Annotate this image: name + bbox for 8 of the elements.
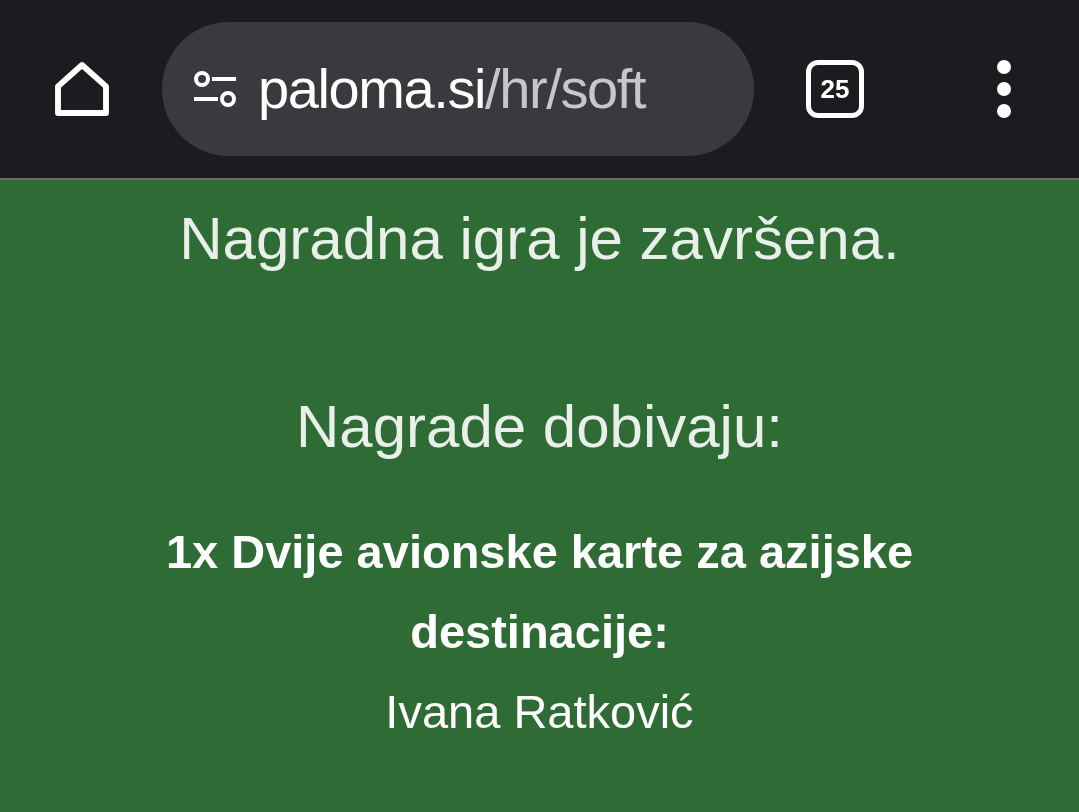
menu-icon[interactable] [994,59,1014,119]
tab-count-button[interactable]: 25 [806,60,864,118]
prize-title: 1x Dvije avionske karte za azijske destinacije: [164,524,915,660]
address-bar[interactable]: paloma.si/hr/soft [162,22,754,156]
heading: Nagradna igra je završena. [179,204,900,274]
subheading: Nagrade dobivaju: [296,392,783,462]
url-text: paloma.si/hr/soft [258,56,646,122]
winner-name: Ivana Ratković [385,684,694,740]
